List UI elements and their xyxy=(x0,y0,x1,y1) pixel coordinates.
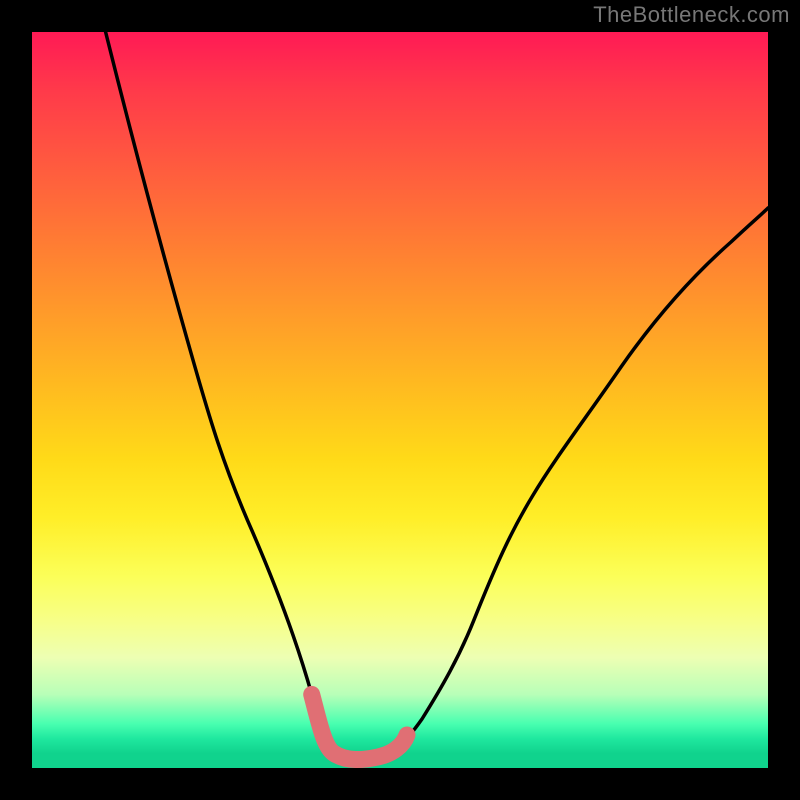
plot-area xyxy=(32,32,768,768)
bottleneck-curve-svg xyxy=(32,32,768,768)
watermark-text: TheBottleneck.com xyxy=(593,2,790,28)
chart-frame: TheBottleneck.com xyxy=(0,0,800,800)
accent-segment xyxy=(312,694,407,759)
bottleneck-curve xyxy=(106,32,768,760)
